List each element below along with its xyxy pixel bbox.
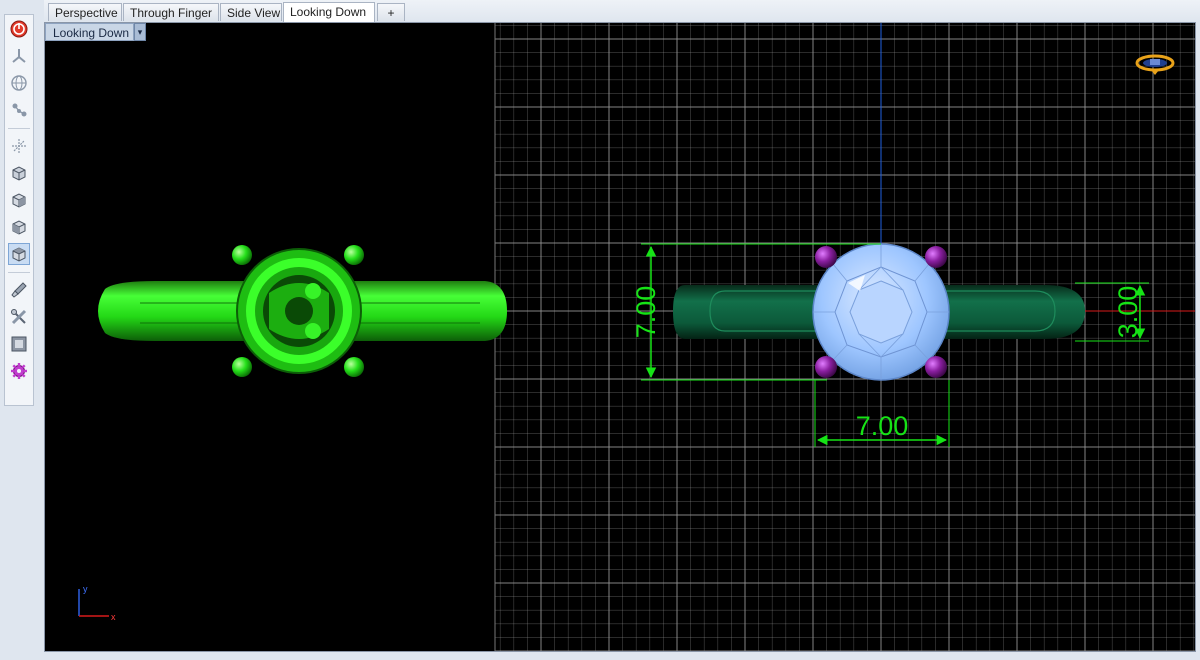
prong [232,245,252,265]
render-icon[interactable] [8,333,30,355]
ring-model-top-view[interactable] [98,245,507,377]
power-icon[interactable] [8,18,30,40]
axis-y-label: y [83,584,88,594]
brush-icon[interactable] [8,279,30,301]
axis-x-label: x [111,612,116,622]
box-front-icon[interactable] [8,162,30,184]
molecule-icon[interactable] [8,99,30,121]
dimension-width-label: 7.00 [856,411,909,441]
add-tab-button[interactable]: + [377,3,405,21]
tools-icon[interactable] [8,306,30,328]
prong [925,356,947,378]
ring-model-dimensioned[interactable] [673,243,1085,381]
prong [815,356,837,378]
dimension-width[interactable]: 7.00 [814,380,950,447]
snap-axis-icon[interactable] [8,135,30,157]
viewport-scene[interactable]: 7.00 7.00 3.00 y x [45,23,1196,652]
box-top-icon[interactable] [8,243,30,265]
tab-perspective[interactable]: Perspective [48,3,122,21]
dimension-height-label: 7.00 [631,286,661,339]
prong [815,246,837,268]
prong [925,246,947,268]
dimension-band-label: 3.00 [1113,286,1143,339]
gear-icon[interactable] [8,360,30,382]
prong [232,357,252,377]
chevron-down-icon: ▾ [137,26,143,37]
viewport-title[interactable]: Looking Down [45,23,135,41]
axis-triad: y x [78,584,116,622]
box-iso-icon[interactable] [8,216,30,238]
prong [344,357,364,377]
prong [344,245,364,265]
viewport-tab-strip: Perspective Through Finger Side View Loo… [44,0,1200,22]
viewport-menu-chevron-down-icon[interactable]: ▾ [134,23,146,41]
view-toolbar [4,14,34,406]
tab-looking-down[interactable]: Looking Down [283,2,375,22]
navigation-gizmo-icon[interactable] [1135,54,1175,75]
tab-side-view[interactable]: Side View [220,3,282,21]
axis-tripod-icon[interactable] [8,45,30,67]
viewport-looking-down[interactable]: 7.00 7.00 3.00 y x Looking Down ▾ [44,22,1196,652]
tab-through-finger[interactable]: Through Finger [123,3,219,21]
globe-icon[interactable] [8,72,30,94]
box-side-icon[interactable] [8,189,30,211]
